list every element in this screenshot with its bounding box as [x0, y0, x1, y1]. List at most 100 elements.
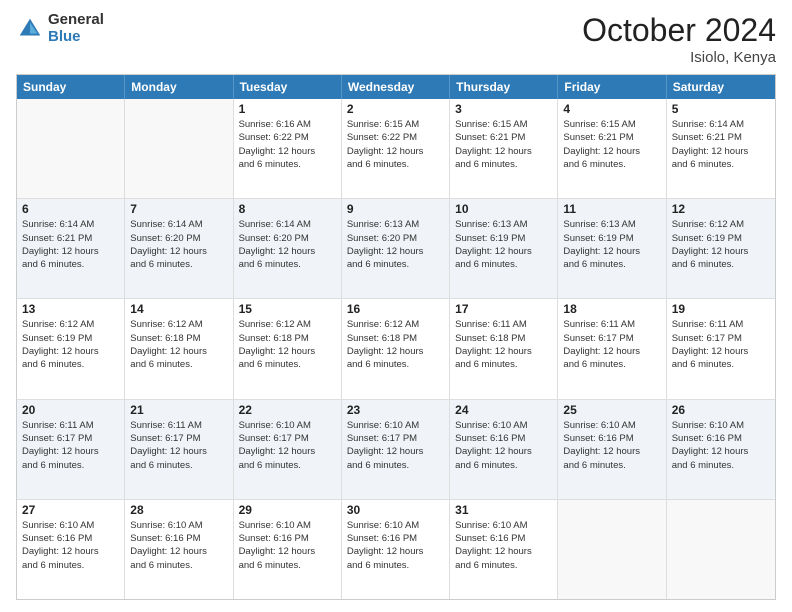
cell-line: and 6 minutes. [672, 358, 770, 371]
cell-line: Sunrise: 6:10 AM [239, 519, 336, 532]
calendar-cell-r3-c0: 20Sunrise: 6:11 AMSunset: 6:17 PMDayligh… [17, 400, 125, 499]
cell-line: and 6 minutes. [347, 358, 444, 371]
calendar-row-4: 27Sunrise: 6:10 AMSunset: 6:16 PMDayligh… [17, 499, 775, 599]
cell-line: Daylight: 12 hours [22, 245, 119, 258]
day-number: 1 [239, 102, 336, 116]
calendar-body: 1Sunrise: 6:16 AMSunset: 6:22 PMDaylight… [17, 99, 775, 599]
weekday-header-monday: Monday [125, 75, 233, 99]
cell-line: Daylight: 12 hours [563, 345, 660, 358]
day-number: 21 [130, 403, 227, 417]
cell-line: Daylight: 12 hours [239, 345, 336, 358]
day-number: 14 [130, 302, 227, 316]
cell-line: Sunrise: 6:11 AM [22, 419, 119, 432]
calendar-cell-r1-c4: 10Sunrise: 6:13 AMSunset: 6:19 PMDayligh… [450, 199, 558, 298]
cell-line: Sunset: 6:17 PM [672, 332, 770, 345]
cell-line: Sunset: 6:17 PM [239, 432, 336, 445]
calendar-cell-r3-c1: 21Sunrise: 6:11 AMSunset: 6:17 PMDayligh… [125, 400, 233, 499]
calendar-cell-r2-c0: 13Sunrise: 6:12 AMSunset: 6:19 PMDayligh… [17, 299, 125, 398]
cell-line: Daylight: 12 hours [347, 545, 444, 558]
cell-line: and 6 minutes. [563, 258, 660, 271]
weekday-header-saturday: Saturday [667, 75, 775, 99]
cell-line: Sunrise: 6:14 AM [22, 218, 119, 231]
day-number: 12 [672, 202, 770, 216]
cell-line: and 6 minutes. [455, 158, 552, 171]
cell-line: Daylight: 12 hours [130, 545, 227, 558]
cell-line: Daylight: 12 hours [22, 345, 119, 358]
cell-line: Sunrise: 6:11 AM [563, 318, 660, 331]
cell-line: Sunset: 6:22 PM [239, 131, 336, 144]
cell-line: Sunrise: 6:14 AM [672, 118, 770, 131]
calendar-cell-r4-c5 [558, 500, 666, 599]
cell-line: Daylight: 12 hours [239, 245, 336, 258]
cell-line: Sunset: 6:16 PM [563, 432, 660, 445]
day-number: 15 [239, 302, 336, 316]
cell-line: Daylight: 12 hours [347, 345, 444, 358]
cell-line: Sunset: 6:16 PM [22, 532, 119, 545]
cell-line: Sunrise: 6:12 AM [239, 318, 336, 331]
calendar-cell-r2-c6: 19Sunrise: 6:11 AMSunset: 6:17 PMDayligh… [667, 299, 775, 398]
calendar: SundayMondayTuesdayWednesdayThursdayFrid… [16, 74, 776, 600]
day-number: 20 [22, 403, 119, 417]
calendar-cell-r1-c6: 12Sunrise: 6:12 AMSunset: 6:19 PMDayligh… [667, 199, 775, 298]
calendar-cell-r3-c6: 26Sunrise: 6:10 AMSunset: 6:16 PMDayligh… [667, 400, 775, 499]
cell-line: Daylight: 12 hours [672, 245, 770, 258]
cell-line: and 6 minutes. [455, 559, 552, 572]
cell-line: Daylight: 12 hours [455, 245, 552, 258]
day-number: 13 [22, 302, 119, 316]
calendar-cell-r4-c1: 28Sunrise: 6:10 AMSunset: 6:16 PMDayligh… [125, 500, 233, 599]
day-number: 5 [672, 102, 770, 116]
cell-line: Sunset: 6:16 PM [239, 532, 336, 545]
cell-line: Daylight: 12 hours [239, 545, 336, 558]
cell-line: Daylight: 12 hours [672, 345, 770, 358]
cell-line: and 6 minutes. [563, 459, 660, 472]
cell-line: Sunset: 6:18 PM [455, 332, 552, 345]
cell-line: and 6 minutes. [22, 559, 119, 572]
calendar-row-1: 6Sunrise: 6:14 AMSunset: 6:21 PMDaylight… [17, 198, 775, 298]
location: Isiolo, Kenya [582, 49, 776, 66]
day-number: 29 [239, 503, 336, 517]
cell-line: Sunrise: 6:10 AM [130, 519, 227, 532]
cell-line: Sunset: 6:20 PM [347, 232, 444, 245]
cell-line: and 6 minutes. [455, 258, 552, 271]
cell-line: Sunset: 6:22 PM [347, 131, 444, 144]
cell-line: Sunset: 6:16 PM [455, 432, 552, 445]
day-number: 25 [563, 403, 660, 417]
day-number: 31 [455, 503, 552, 517]
calendar-header: SundayMondayTuesdayWednesdayThursdayFrid… [17, 75, 775, 99]
cell-line: Sunset: 6:16 PM [672, 432, 770, 445]
cell-line: Sunset: 6:17 PM [347, 432, 444, 445]
cell-line: Daylight: 12 hours [455, 145, 552, 158]
cell-line: Sunrise: 6:10 AM [563, 419, 660, 432]
cell-line: Sunrise: 6:14 AM [130, 218, 227, 231]
cell-line: and 6 minutes. [239, 358, 336, 371]
weekday-header-wednesday: Wednesday [342, 75, 450, 99]
cell-line: Sunrise: 6:14 AM [239, 218, 336, 231]
cell-line: Sunrise: 6:15 AM [563, 118, 660, 131]
cell-line: Sunrise: 6:10 AM [672, 419, 770, 432]
cell-line: and 6 minutes. [347, 459, 444, 472]
cell-line: and 6 minutes. [130, 258, 227, 271]
cell-line: and 6 minutes. [130, 559, 227, 572]
cell-line: Daylight: 12 hours [22, 545, 119, 558]
calendar-cell-r4-c2: 29 Sunrise: 6:10 AMSunset: 6:16 PMDayligh… [234, 500, 342, 599]
title-area: October 2024 Isiolo, Kenya [582, 12, 776, 66]
cell-line: Daylight: 12 hours [672, 445, 770, 458]
calendar-cell-r1-c0: 6Sunrise: 6:14 AMSunset: 6:21 PMDaylight… [17, 199, 125, 298]
cell-line: Sunset: 6:21 PM [455, 131, 552, 144]
cell-line: Sunset: 6:19 PM [455, 232, 552, 245]
cell-line: Sunset: 6:18 PM [130, 332, 227, 345]
cell-line: Sunrise: 6:12 AM [672, 218, 770, 231]
header: General Blue October 2024 Isiolo, Kenya [16, 12, 776, 66]
cell-line: Sunrise: 6:13 AM [347, 218, 444, 231]
cell-line: Sunrise: 6:10 AM [455, 519, 552, 532]
day-number: 2 [347, 102, 444, 116]
cell-line: and 6 minutes. [455, 459, 552, 472]
cell-line: Sunset: 6:16 PM [130, 532, 227, 545]
calendar-row-0: 1Sunrise: 6:16 AMSunset: 6:22 PMDaylight… [17, 99, 775, 198]
cell-line: Daylight: 12 hours [563, 245, 660, 258]
cell-line: Sunrise: 6:15 AM [347, 118, 444, 131]
cell-line: Sunrise: 6:11 AM [672, 318, 770, 331]
day-number: 22 [239, 403, 336, 417]
calendar-cell-r1-c3: 9Sunrise: 6:13 AMSunset: 6:20 PMDaylight… [342, 199, 450, 298]
cell-line: Daylight: 12 hours [239, 145, 336, 158]
